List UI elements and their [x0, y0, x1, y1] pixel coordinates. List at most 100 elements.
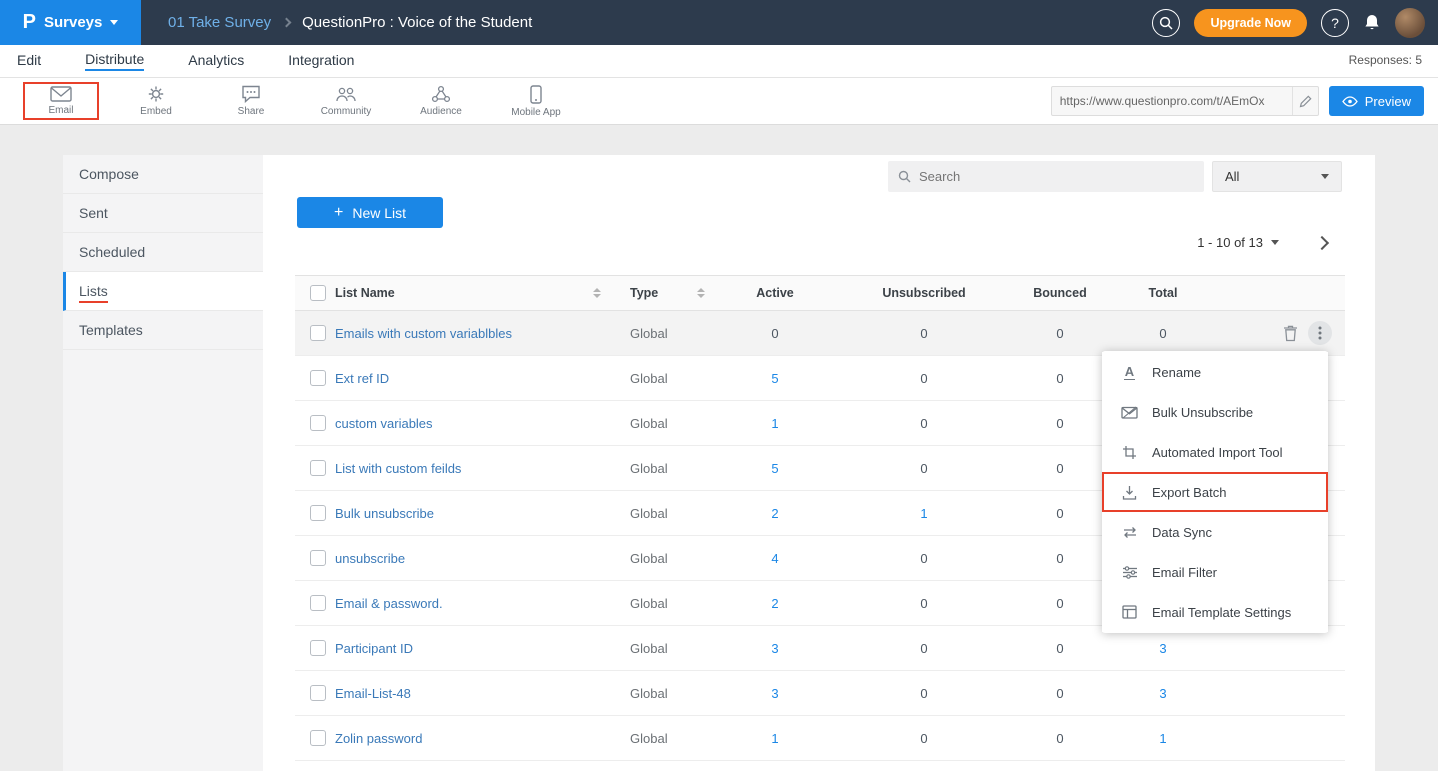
next-page-button[interactable]	[1315, 235, 1329, 249]
row-checkbox[interactable]	[310, 370, 326, 386]
menu-item-email-filter[interactable]: Email Filter	[1102, 552, 1328, 592]
list-name-link[interactable]: Ext ref ID	[335, 371, 605, 386]
list-name-link[interactable]: Email-List-48	[335, 686, 605, 701]
row-checkbox[interactable]	[310, 685, 326, 701]
list-name-link[interactable]: custom variables	[335, 416, 605, 431]
active-count: 0	[715, 326, 835, 341]
list-name-link[interactable]: Email & password.	[335, 596, 605, 611]
sidebar-item-sent[interactable]: Sent	[63, 194, 263, 233]
toolbar-item-mobile-app[interactable]: Mobile App	[502, 85, 570, 118]
tab-distribute[interactable]: Distribute	[85, 45, 144, 78]
row-checkbox[interactable]	[310, 325, 326, 341]
kebab-icon	[1318, 326, 1322, 340]
pagination-range-dropdown[interactable]: 1 - 10 of 13	[1197, 235, 1279, 250]
list-type: Global	[605, 461, 715, 476]
menu-item-rename[interactable]: A Rename	[1102, 352, 1328, 392]
menu-item-automated-import-tool[interactable]: Automated Import Tool	[1102, 432, 1328, 472]
table-row[interactable]: Emails with custom variablbles Global 0 …	[295, 311, 1345, 356]
row-checkbox[interactable]	[310, 415, 326, 431]
row-menu-button[interactable]	[1308, 321, 1332, 345]
toolbar-item-embed[interactable]: Embed	[122, 85, 190, 117]
toolbar-label: Audience	[420, 106, 462, 117]
search-input[interactable]	[919, 169, 1194, 184]
tab-edit[interactable]: Edit	[17, 45, 41, 78]
sidebar-item-compose[interactable]: Compose	[63, 155, 263, 194]
list-name-link[interactable]: Participant ID	[335, 641, 605, 656]
sidebar-item-scheduled[interactable]: Scheduled	[63, 233, 263, 272]
row-checkbox[interactable]	[310, 640, 326, 656]
toolbar-item-audience[interactable]: Audience	[407, 85, 475, 117]
table-row[interactable]: Zolin password Global 1 0 0 1	[295, 716, 1345, 761]
help-button[interactable]: ?	[1321, 9, 1349, 37]
menu-item-label: Email Filter	[1152, 565, 1217, 580]
header-active: Active	[715, 286, 835, 300]
list-name-link[interactable]: Emails with custom variablbles	[335, 326, 605, 341]
sidebar-item-templates[interactable]: Templates	[63, 311, 263, 350]
chevron-down-icon	[110, 20, 118, 25]
menu-item-data-sync[interactable]: Data Sync	[1102, 512, 1328, 552]
surveys-product-menu[interactable]: P Surveys	[0, 0, 141, 45]
preview-button[interactable]: Preview	[1329, 86, 1424, 116]
tab-analytics[interactable]: Analytics	[188, 45, 244, 78]
search-button[interactable]	[1152, 9, 1180, 37]
total-count: 0	[1107, 326, 1219, 341]
bounced-count: 0	[1013, 506, 1107, 521]
toolbar-item-community[interactable]: Community	[312, 86, 380, 117]
list-type: Global	[605, 506, 715, 521]
pagination-range: 1 - 10 of 13	[1197, 235, 1263, 250]
table-row[interactable]: Email-List-48 Global 3 0 0 3	[295, 671, 1345, 716]
sidebar-item-label: Lists	[79, 283, 108, 299]
breadcrumb-survey-link[interactable]: 01 Take Survey	[168, 14, 271, 31]
toolbar-item-email[interactable]: Email	[27, 86, 95, 116]
menu-item-label: Export Batch	[1152, 485, 1226, 500]
questionpro-logo: P	[23, 11, 36, 34]
menu-item-export-batch[interactable]: Export Batch	[1102, 472, 1328, 512]
sidebar-item-lists[interactable]: Lists	[63, 272, 263, 311]
list-name-link[interactable]: Zolin password	[335, 731, 605, 746]
row-checkbox[interactable]	[310, 505, 326, 521]
active-count: 3	[715, 641, 835, 656]
unsubscribed-count: 0	[835, 416, 1013, 431]
tab-integration[interactable]: Integration	[288, 45, 354, 78]
select-all-checkbox[interactable]	[310, 285, 326, 301]
share-bubble-icon	[241, 85, 261, 103]
header-list-name[interactable]: List Name	[335, 286, 605, 300]
unsubscribed-count: 0	[835, 686, 1013, 701]
list-filter-dropdown[interactable]: All	[1212, 161, 1342, 192]
upgrade-now-button[interactable]: Upgrade Now	[1194, 9, 1307, 37]
survey-url-box	[1051, 86, 1319, 116]
header-type[interactable]: Type	[605, 286, 715, 300]
new-list-label: New List	[352, 205, 406, 221]
list-name-link[interactable]: unsubscribe	[335, 551, 605, 566]
row-checkbox[interactable]	[310, 460, 326, 476]
sidebar-item-label: Compose	[79, 166, 139, 182]
search-icon	[1159, 16, 1173, 30]
notifications-button[interactable]	[1363, 13, 1381, 32]
header-label: Type	[630, 286, 658, 300]
chevron-right-icon	[282, 18, 292, 28]
delete-list-button[interactable]	[1283, 325, 1298, 342]
toolbar-item-share[interactable]: Share	[217, 85, 285, 117]
row-checkbox[interactable]	[310, 595, 326, 611]
list-type: Global	[605, 551, 715, 566]
edit-url-button[interactable]	[1292, 87, 1318, 115]
sort-icon[interactable]	[697, 288, 705, 298]
list-type: Global	[605, 371, 715, 386]
total-count: 1	[1107, 731, 1219, 746]
list-type: Global	[605, 596, 715, 611]
list-name-link[interactable]: List with custom feilds	[335, 461, 605, 476]
responses-count: Responses: 5	[1349, 53, 1422, 67]
row-checkbox[interactable]	[310, 550, 326, 566]
menu-item-email-template-settings[interactable]: Email Template Settings	[1102, 592, 1328, 632]
row-checkbox[interactable]	[310, 730, 326, 746]
network-icon	[431, 85, 451, 103]
pencil-icon	[1299, 95, 1312, 108]
new-list-button[interactable]: + New List	[297, 197, 443, 228]
sidebar-item-label: Scheduled	[79, 244, 145, 260]
sort-icon[interactable]	[593, 288, 601, 298]
preview-label: Preview	[1365, 94, 1411, 109]
avatar[interactable]	[1395, 8, 1425, 38]
survey-url-input[interactable]	[1052, 94, 1292, 108]
list-name-link[interactable]: Bulk unsubscribe	[335, 506, 605, 521]
menu-item-bulk-unsubscribe[interactable]: Bulk Unsubscribe	[1102, 392, 1328, 432]
